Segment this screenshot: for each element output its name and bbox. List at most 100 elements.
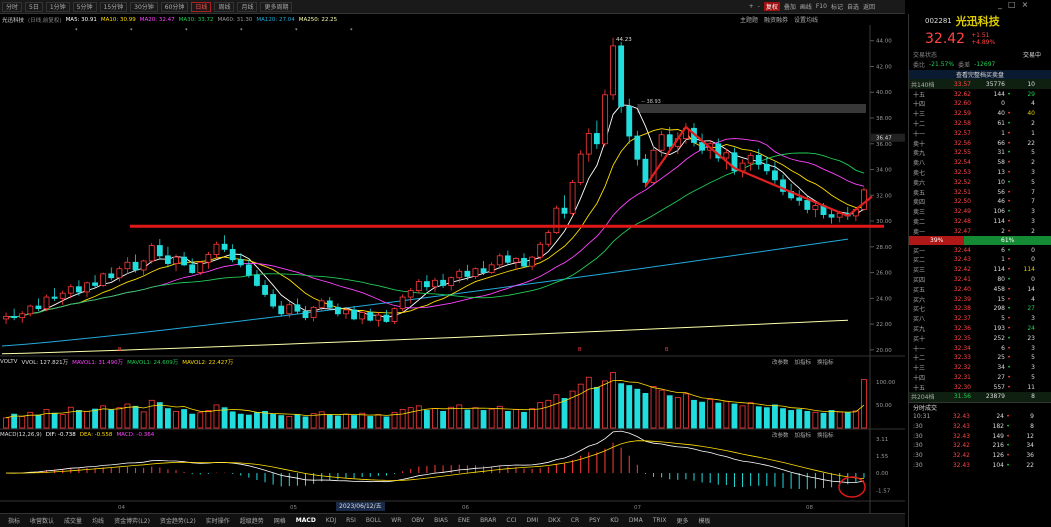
volume-bar	[812, 411, 819, 429]
window-controls: _ □ ×	[998, 0, 1028, 9]
tool-btn-4[interactable]: 画线	[800, 2, 812, 11]
volume-bar	[399, 409, 406, 429]
add-indicator-button[interactable]: 加指标	[795, 431, 812, 439]
level-price: 32.38	[953, 305, 971, 313]
volume-bar	[432, 408, 438, 429]
trade-status-row: 交易状态 交易中	[913, 52, 1041, 60]
price-block: 32.42 +1.51 +4.89%	[909, 28, 1051, 50]
signal-marker: B	[118, 347, 122, 353]
indicator-tab[interactable]: 指标	[4, 516, 24, 525]
indicator-tab[interactable]: PSY	[585, 517, 604, 524]
tick-count: 22	[1026, 462, 1034, 470]
indicator-tab[interactable]: BOLL	[362, 517, 385, 524]
maximize-icon[interactable]: □	[1008, 0, 1016, 9]
indicator-tab[interactable]: 实时操作	[202, 516, 234, 525]
tool-btn-3[interactable]: 叠加	[784, 2, 796, 11]
candle-body	[181, 256, 188, 266]
period-btn-10[interactable]: 更多周期	[260, 1, 293, 12]
tool-btn-0[interactable]: +	[749, 2, 754, 11]
close-icon[interactable]: ×	[1022, 0, 1029, 9]
indicator-tab[interactable]: ENE	[454, 517, 474, 524]
edit-params-button[interactable]: 改参数	[772, 431, 789, 439]
indicator-tab[interactable]: DKX	[544, 517, 565, 524]
tool-btn-8[interactable]: 返回	[863, 2, 875, 11]
indicator-tab[interactable]: BIAS	[430, 517, 452, 524]
period-btn-5[interactable]: 30分钟	[130, 1, 158, 12]
indicator-tab[interactable]: 资金博弈(L2)	[110, 516, 154, 525]
order-level-row: 十五 32.30 557 • 11	[909, 382, 1051, 392]
candle-body	[75, 286, 82, 293]
edit-params-button[interactable]: 改参数	[772, 358, 789, 366]
indicator-tab[interactable]: 资金趋势(L2)	[156, 516, 200, 525]
period-btn-2[interactable]: 1分钟	[45, 1, 70, 12]
level-dot: •	[1007, 246, 1011, 254]
chart-option-button[interactable]: 设置均线	[794, 15, 818, 24]
volume-bar	[666, 395, 673, 429]
tool-btn-2[interactable]: 复权	[763, 2, 780, 11]
switch-indicator-button[interactable]: 换指标	[817, 431, 834, 439]
period-btn-4[interactable]: 15分钟	[99, 1, 128, 12]
indicator-tab[interactable]: DMA	[625, 517, 647, 524]
candle-body	[618, 45, 625, 107]
indicator-tab[interactable]: DMI	[523, 517, 543, 524]
level-dot: •	[1007, 208, 1011, 216]
indicator-tab[interactable]: 更多	[672, 516, 692, 525]
buy-total-row: 共204档 31.56 23879 8	[909, 392, 1051, 402]
volume-bar	[165, 408, 171, 429]
indicator-tab[interactable]: KDJ	[322, 517, 340, 524]
indicator-tab[interactable]: 成交量	[60, 516, 86, 525]
level-dot: •	[1007, 295, 1011, 303]
period-btn-8[interactable]: 周线	[214, 1, 235, 12]
order-level-row: 买五 32.40 458 • 14	[909, 284, 1051, 294]
level-label: 卖八	[913, 160, 926, 168]
period-btn-9[interactable]: 月线	[237, 1, 258, 12]
tool-btn-6[interactable]: 标记	[831, 2, 843, 11]
indicator-tab[interactable]: 超级趋势	[236, 516, 268, 525]
volume-bar	[650, 386, 657, 429]
indicator-tab[interactable]: MACD	[292, 517, 320, 524]
period-btn-3[interactable]: 5分钟	[72, 1, 97, 12]
indicator-tab[interactable]: 模板	[694, 516, 714, 525]
period-btn-7[interactable]: 日线	[191, 1, 212, 12]
add-indicator-button[interactable]: 加指标	[795, 358, 812, 366]
volume-bar	[310, 413, 317, 429]
indicator-tab[interactable]: CCI	[502, 517, 520, 524]
candle-body	[262, 285, 268, 295]
indicator-tab[interactable]: RSI	[342, 517, 360, 524]
indicator-tab[interactable]: OBV	[407, 517, 428, 524]
indicator-tab[interactable]: BRAR	[476, 517, 500, 524]
candle-body	[407, 290, 414, 298]
minimize-icon[interactable]: _	[998, 0, 1002, 9]
y-tick-label: 26.00	[876, 271, 892, 277]
volume-tick-label: 100.00	[876, 380, 896, 386]
tick-dot: •	[1006, 452, 1010, 460]
indicator-tab[interactable]: TRIX	[649, 517, 671, 524]
tool-btn-5[interactable]: F10	[816, 2, 827, 11]
indicator-tab[interactable]: WR	[387, 517, 405, 524]
indicator-tab[interactable]: 网格	[270, 516, 290, 525]
level-label: 卖二	[913, 218, 926, 226]
indicator-tab[interactable]: KD	[606, 517, 623, 524]
candle-body	[59, 292, 66, 299]
indicator-tab[interactable]: 收营数认	[26, 516, 58, 525]
level-dot: •	[1007, 275, 1011, 283]
level-volume: 27	[997, 373, 1005, 381]
level-price: 32.52	[953, 178, 971, 186]
volume-label: MAVOL1: 31.490万	[72, 360, 124, 366]
chart-option-button[interactable]: 融资融券	[764, 15, 788, 24]
chart-option-button[interactable]: 主题题	[740, 15, 758, 24]
tool-btn-1[interactable]: -	[758, 2, 760, 11]
level-dot: •	[1007, 324, 1011, 332]
sell-levels: 十五 32.62 144 • 29 十四 32.60 0 4 十三 32.59 40 • 40 十二 32.5…	[909, 89, 1051, 236]
period-btn-6[interactable]: 60分钟	[160, 1, 189, 12]
tool-btn-7[interactable]: 自选	[847, 2, 859, 11]
period-btn-1[interactable]: 5日	[25, 1, 43, 12]
indicator-tab[interactable]: 均线	[88, 516, 108, 525]
full-book-link[interactable]: 查看完整档买卖盘	[909, 69, 1051, 80]
candle-body	[504, 255, 511, 263]
level-price: 32.34	[953, 344, 971, 352]
candle-body	[334, 306, 341, 315]
period-btn-0[interactable]: 分时	[2, 1, 23, 12]
switch-indicator-button[interactable]: 换指标	[817, 358, 834, 366]
indicator-tab[interactable]: CR	[567, 517, 583, 524]
